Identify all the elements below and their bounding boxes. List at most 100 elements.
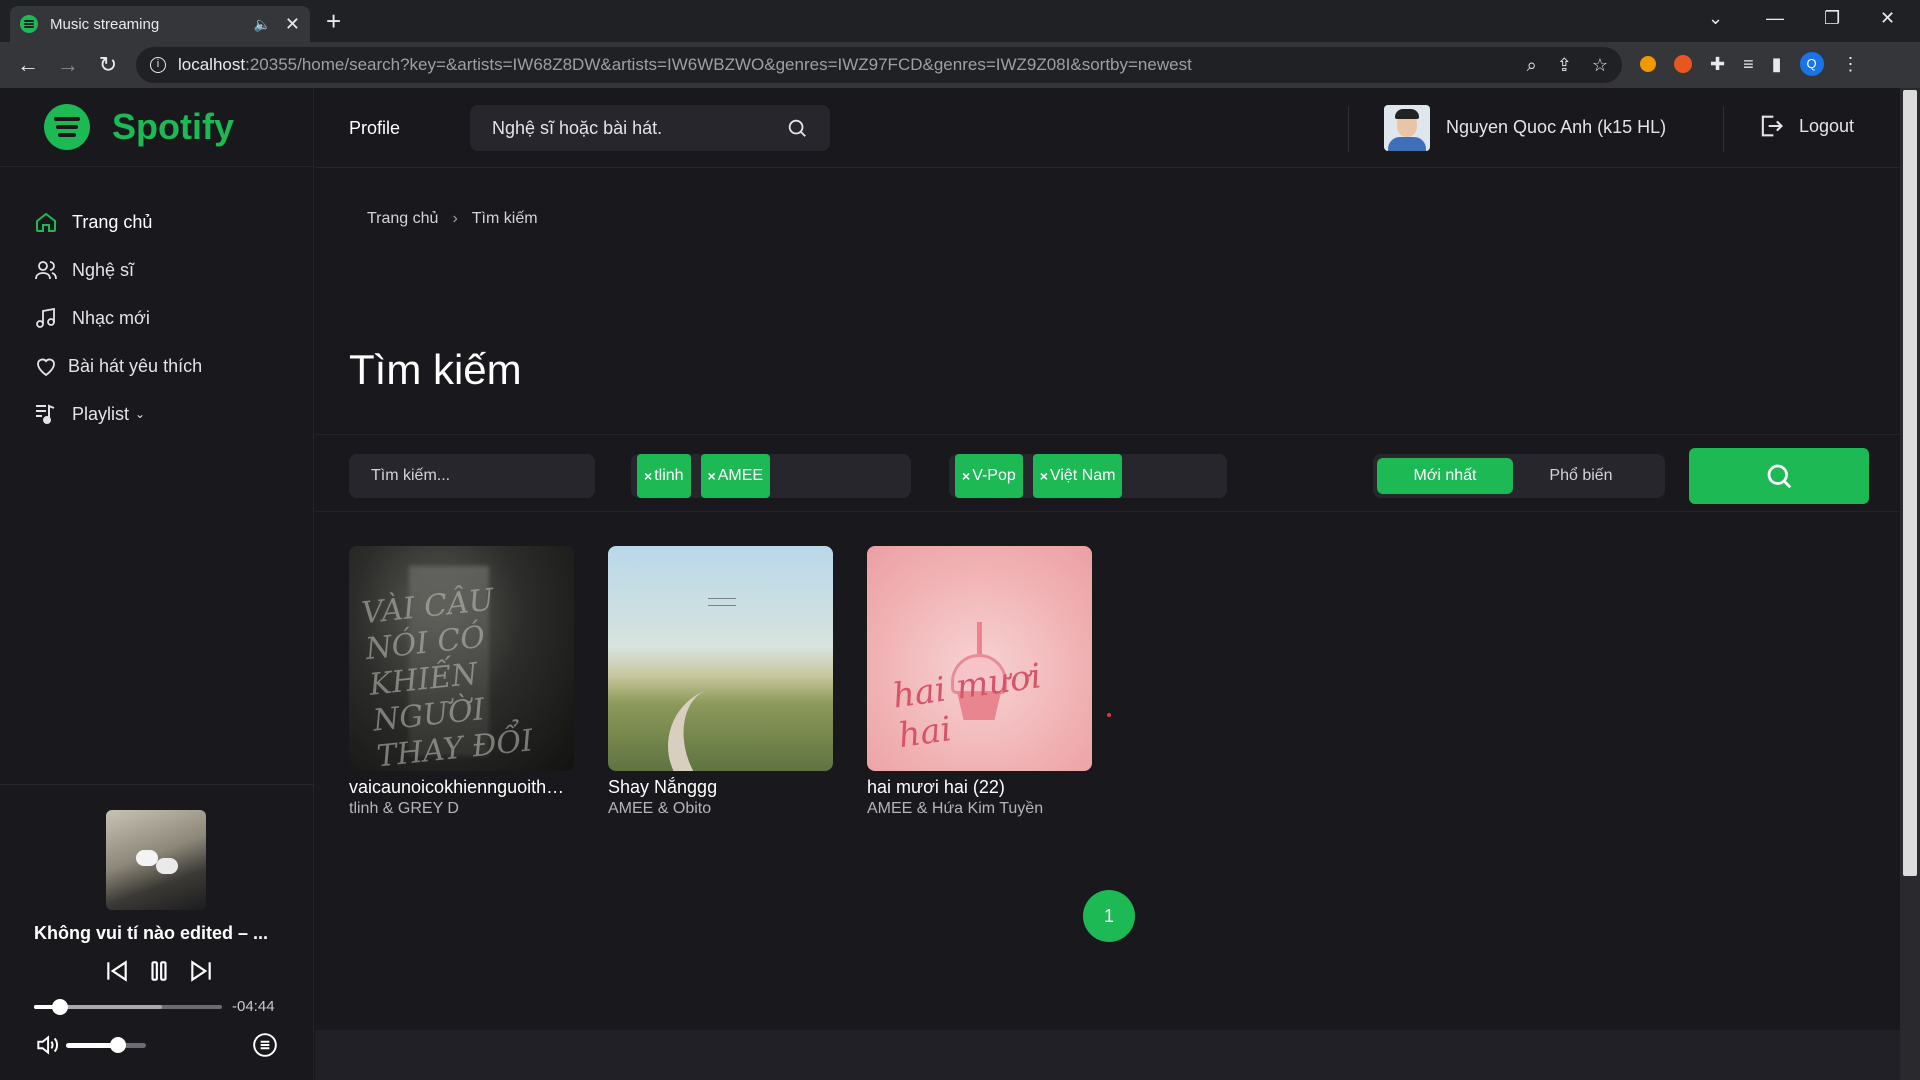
- sidebar-item-playlist[interactable]: Playlist ⌄: [34, 390, 202, 438]
- song-artists: AMEE & Hứa Kim Tuyền: [867, 800, 1044, 817]
- artist-tag[interactable]: × tlinh: [637, 454, 691, 498]
- song-card[interactable]: Shay Nắnggg AMEE & Obito: [608, 546, 833, 818]
- song-title[interactable]: vaicaunoicokhiennguoithayđoi: [349, 777, 574, 798]
- breadcrumb-home[interactable]: Trang chủ: [367, 210, 438, 228]
- browser-tab-strip: Music streaming 🔈 ✕ + ⌄ — ❐ ✕: [0, 0, 1920, 42]
- progress-slider[interactable]: [34, 999, 222, 1015]
- remove-tag-icon[interactable]: ×: [962, 468, 970, 484]
- remove-tag-icon[interactable]: ×: [1040, 468, 1048, 484]
- player-controls: [104, 958, 214, 984]
- sidebar-item-artists[interactable]: Nghệ sĩ: [34, 246, 202, 294]
- extensions-area: ✚ ≡ ▮ Q ⋮: [1640, 52, 1860, 76]
- url-bar[interactable]: i localhost:20355/home/search?key=&artis…: [136, 47, 1622, 83]
- previous-icon[interactable]: [104, 958, 130, 984]
- zoom-icon[interactable]: ⌕: [1527, 55, 1537, 76]
- logout-label: Logout: [1799, 115, 1855, 136]
- logout-button[interactable]: Logout: [1757, 112, 1854, 140]
- genre-tag[interactable]: × V-Pop: [955, 454, 1023, 498]
- pause-icon[interactable]: [146, 958, 172, 984]
- divider: [0, 784, 314, 785]
- footer-strip: [315, 1030, 1900, 1080]
- song-card[interactable]: hai mươi hai hai mươi hai (22) AMEE & Hứ…: [867, 546, 1092, 818]
- tab-search-icon[interactable]: ⌄: [1708, 8, 1723, 29]
- sidebar-item-favorites[interactable]: Bài hát yêu thích: [34, 342, 202, 390]
- genre-tag-label: V-Pop: [972, 467, 1016, 484]
- volume-handle[interactable]: [110, 1037, 126, 1053]
- song-title[interactable]: hai mươi hai (22): [867, 777, 1092, 798]
- remove-tag-icon[interactable]: ×: [644, 468, 652, 484]
- pagination-page-button[interactable]: 1: [1083, 890, 1135, 942]
- artist-filter[interactable]: × tlinh × AMEE: [631, 454, 911, 498]
- new-tab-button[interactable]: +: [326, 6, 341, 37]
- divider: [1723, 106, 1724, 152]
- more-menu-icon[interactable]: ⋮: [1842, 54, 1860, 75]
- genre-filter[interactable]: × V-Pop × Việt Nam: [949, 454, 1227, 498]
- song-card[interactable]: VÀI CÂU NÓI CÓ KHIẾN NGƯỜI THAY ĐỔI vaic…: [349, 546, 574, 818]
- sort-newest-button[interactable]: Mới nhất: [1377, 458, 1513, 494]
- puzzle-icon[interactable]: ✚: [1710, 54, 1725, 75]
- next-icon[interactable]: [188, 958, 214, 984]
- header-search-input[interactable]: Nghệ sĩ hoặc bài hát.: [470, 105, 830, 151]
- sidebar-item-new-music[interactable]: Nhạc mới: [34, 294, 202, 342]
- side-panel-icon[interactable]: ▮: [1772, 54, 1782, 75]
- song-artists: tlinh & GREY D: [349, 800, 459, 817]
- browser-profile-avatar[interactable]: Q: [1799, 52, 1824, 76]
- scrollbar-thumb[interactable]: [1903, 90, 1917, 876]
- song-cover[interactable]: VÀI CÂU NÓI CÓ KHIẾN NGƯỜI THAY ĐỔI: [349, 546, 574, 771]
- close-window-icon[interactable]: ✕: [1880, 8, 1895, 29]
- logout-icon: [1761, 115, 1783, 137]
- song-title[interactable]: Shay Nắnggg: [608, 777, 833, 798]
- media-queue-icon[interactable]: ≡: [1743, 54, 1754, 75]
- chevron-down-icon: ⌄: [135, 407, 146, 421]
- queue-icon[interactable]: [252, 1032, 278, 1058]
- spotify-favicon-icon: [20, 15, 38, 33]
- artist-tag[interactable]: × AMEE: [700, 454, 771, 498]
- address-bar-row: ← → ↻ i localhost:20355/home/search?key=…: [0, 42, 1920, 88]
- genre-tag[interactable]: × Việt Nam: [1032, 454, 1123, 498]
- share-icon[interactable]: ⇪: [1557, 55, 1572, 76]
- username[interactable]: Nguyen Quoc Anh (k15 HL): [1446, 117, 1666, 138]
- bookmark-star-icon[interactable]: ☆: [1592, 55, 1608, 76]
- browser-tab[interactable]: Music streaming 🔈 ✕: [10, 6, 310, 42]
- breadcrumb: Trang chủ › Tìm kiếm: [367, 210, 538, 228]
- divider: [0, 166, 314, 167]
- restore-icon[interactable]: ❐: [1824, 8, 1840, 29]
- page-title: Tìm kiếm: [349, 346, 522, 393]
- back-icon[interactable]: ←: [8, 52, 48, 78]
- search-button[interactable]: [1689, 448, 1869, 504]
- minimize-icon[interactable]: —: [1766, 8, 1784, 29]
- remove-tag-icon[interactable]: ×: [708, 468, 716, 484]
- now-playing-cover: [106, 810, 206, 910]
- search-icon: [1767, 464, 1792, 489]
- breadcrumb-separator-icon: ›: [452, 210, 458, 227]
- artist-tag-label: AMEE: [717, 467, 764, 484]
- volume-slider[interactable]: [66, 1037, 146, 1053]
- progress-handle[interactable]: [52, 999, 69, 1015]
- song-cover[interactable]: hai mươi hai: [867, 546, 1092, 771]
- spotify-logo-icon: [44, 104, 90, 150]
- extension-icon[interactable]: [1640, 56, 1656, 72]
- speaker-icon[interactable]: 🔈: [253, 16, 270, 33]
- time-remaining: -04:44: [232, 998, 275, 1015]
- sidebar-item-label: Nghệ sĩ: [72, 259, 135, 280]
- song-cover[interactable]: [608, 546, 833, 771]
- cover-art-text: hai mươi hai: [890, 656, 1044, 757]
- search-icon[interactable]: [786, 117, 808, 139]
- sidebar-menu: Trang chủ Nghệ sĩ Nhạc mới Bài hát yêu t…: [34, 198, 202, 438]
- avatar[interactable]: [1384, 105, 1430, 151]
- forward-icon[interactable]: →: [48, 52, 88, 78]
- sort-popular-button[interactable]: Phổ biến: [1513, 458, 1649, 494]
- genre-tag-label: Việt Nam: [1049, 467, 1116, 484]
- logo[interactable]: Spotify: [44, 104, 234, 150]
- close-tab-icon[interactable]: ✕: [285, 14, 300, 35]
- extension-icon[interactable]: [1674, 55, 1692, 73]
- sidebar-item-home[interactable]: Trang chủ: [34, 198, 202, 246]
- sort-toggle: Mới nhất Phổ biến: [1373, 454, 1665, 498]
- volume-icon[interactable]: [34, 1032, 60, 1058]
- song-artists: AMEE & Obito: [608, 800, 712, 817]
- site-info-icon[interactable]: i: [150, 57, 166, 73]
- keyword-search-input[interactable]: Tìm kiếm...: [349, 454, 595, 498]
- reload-icon[interactable]: ↻: [88, 52, 128, 78]
- profile-link[interactable]: Profile: [349, 118, 400, 139]
- heart-icon: [37, 358, 55, 377]
